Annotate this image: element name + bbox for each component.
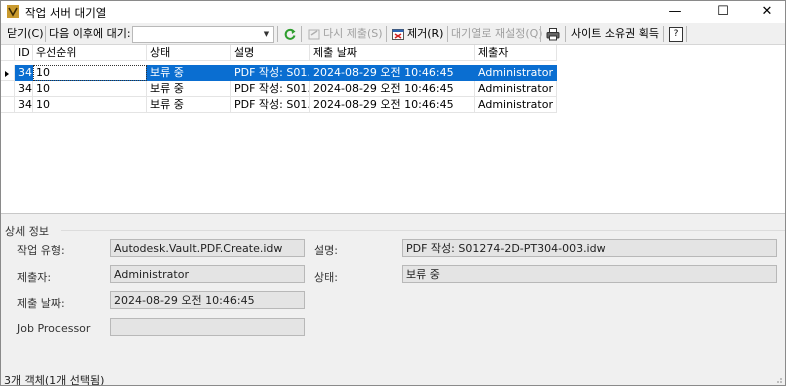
toolbar-separator xyxy=(686,26,687,42)
cell-submit-date[interactable]: 2024-08-29 오전 10:46:45 xyxy=(310,65,475,81)
status-label: 상태: xyxy=(314,271,338,284)
submit-date-field[interactable]: 2024-08-29 오전 10:46:45 xyxy=(110,291,305,309)
cell-status[interactable]: 보류 중 xyxy=(147,65,231,81)
details-panel: 상세 정보 작업 유형: Autodesk.Vault.PDF.Create.i… xyxy=(1,215,785,371)
toolbar-separator xyxy=(663,26,664,42)
take-ownership-button[interactable]: 사이트 소유권 획득 xyxy=(571,26,659,42)
next-wait-combo[interactable]: ▼ xyxy=(132,26,274,43)
row-indicator xyxy=(1,97,15,113)
table-row[interactable]: 34 10 보류 중 PDF 작성: S01... 2024-08-29 오전 … xyxy=(1,65,557,81)
cell-status[interactable]: 보류 중 xyxy=(147,97,231,113)
cell-description[interactable]: PDF 작성: S01... xyxy=(231,81,310,97)
row-indicator xyxy=(1,81,15,97)
cell-submitter[interactable]: Administrator xyxy=(475,81,557,97)
status-bar: 3개 객체(1개 선택됨) xyxy=(1,371,785,385)
description-label: 설명: xyxy=(314,244,338,257)
job-queue-window: 작업 서버 대기열 — ☐ ✕ 닫기(C) 다음 이후에 대기: ▼ 다시 제출… xyxy=(0,0,786,386)
next-wait-label: 다음 이후에 대기: xyxy=(49,27,131,40)
column-header-submit-date[interactable]: 제출 날짜 xyxy=(310,45,475,61)
submitter-label: 제출자: xyxy=(17,271,52,284)
cell-priority[interactable]: 10 xyxy=(33,65,147,81)
submitter-field[interactable]: Administrator xyxy=(110,265,305,283)
reschedule-button[interactable]: 대기열로 재설정(Q) xyxy=(451,26,543,42)
cell-description[interactable]: PDF 작성: S01... xyxy=(231,97,310,113)
toolbar-separator xyxy=(301,26,302,42)
table-row[interactable]: 34 10 보류 중 PDF 작성: S01... 2024-08-29 오전 … xyxy=(1,97,557,113)
toolbar-separator xyxy=(45,26,46,42)
job-type-label: 작업 유형: xyxy=(17,244,65,257)
toolbar-separator xyxy=(565,26,566,42)
toolbar: 닫기(C) 다음 이후에 대기: ▼ 다시 제출(S) 제거(R) 대기열로 재… xyxy=(1,24,785,45)
cell-submit-date[interactable]: 2024-08-29 오전 10:46:45 xyxy=(310,97,475,113)
status-field[interactable]: 보류 중 xyxy=(402,265,777,283)
cell-description[interactable]: PDF 작성: S01... xyxy=(231,65,310,81)
title-bar: 작업 서버 대기열 — ☐ ✕ xyxy=(1,1,785,23)
toolbar-separator xyxy=(540,26,541,42)
column-header-submitter[interactable]: 제출자 xyxy=(475,45,557,61)
status-text: 3개 객체(1개 선택됨) xyxy=(4,374,105,386)
column-header-id[interactable]: ID xyxy=(15,45,33,61)
details-section-title: 상세 정보 xyxy=(5,225,49,238)
table-row[interactable]: 34 10 보류 중 PDF 작성: S01... 2024-08-29 오전 … xyxy=(1,81,557,97)
cell-submitter[interactable]: Administrator xyxy=(475,65,557,81)
help-button[interactable]: ? xyxy=(669,27,683,42)
job-processor-field[interactable] xyxy=(110,318,305,336)
chevron-down-icon[interactable]: ▼ xyxy=(261,28,272,41)
job-type-field[interactable]: Autodesk.Vault.PDF.Create.idw xyxy=(110,239,305,257)
cell-id[interactable]: 34 xyxy=(15,81,33,97)
column-header-status[interactable]: 상태 xyxy=(147,45,231,61)
row-indicator-header xyxy=(1,45,15,61)
toolbar-separator xyxy=(447,26,448,42)
toolbar-separator xyxy=(386,26,387,42)
job-queue-grid: ID 우선순위 상태 설명 제출 날짜 제출자 34 10 보류 중 PDF 작… xyxy=(1,45,785,214)
print-icon[interactable] xyxy=(546,27,560,41)
column-header-priority[interactable]: 우선순위 xyxy=(33,45,147,61)
toolbar-separator xyxy=(277,26,278,42)
remove-icon xyxy=(392,29,404,40)
cell-submit-date[interactable]: 2024-08-29 오전 10:46:45 xyxy=(310,81,475,97)
minimize-button[interactable]: — xyxy=(657,1,693,23)
cell-id[interactable]: 34 xyxy=(15,97,33,113)
current-row-arrow-icon xyxy=(5,71,9,77)
section-divider xyxy=(61,230,785,231)
grid-header-row: ID 우선순위 상태 설명 제출 날짜 제출자 xyxy=(1,45,557,61)
cell-priority[interactable]: 10 xyxy=(33,81,147,97)
column-header-description[interactable]: 설명 xyxy=(231,45,310,61)
resubmit-button[interactable]: 다시 제출(S) xyxy=(323,26,383,42)
row-indicator xyxy=(1,65,15,81)
resize-grip-icon[interactable] xyxy=(773,374,783,384)
cell-status[interactable]: 보류 중 xyxy=(147,81,231,97)
description-field[interactable]: PDF 작성: S01274-2D-PT304-003.idw xyxy=(402,239,777,257)
maximize-button[interactable]: ☐ xyxy=(705,1,741,23)
submit-date-label: 제출 날짜: xyxy=(17,297,65,310)
close-window-button[interactable]: ✕ xyxy=(749,1,785,23)
cell-priority[interactable]: 10 xyxy=(33,97,147,113)
window-title: 작업 서버 대기열 xyxy=(25,6,107,20)
resubmit-icon xyxy=(308,29,320,40)
close-button[interactable]: 닫기(C) xyxy=(7,26,44,42)
refresh-icon[interactable] xyxy=(283,27,297,41)
remove-button[interactable]: 제거(R) xyxy=(407,26,443,42)
vault-app-icon xyxy=(7,5,19,18)
cell-id[interactable]: 34 xyxy=(15,65,33,81)
job-processor-label: Job Processor xyxy=(17,322,91,335)
cell-submitter[interactable]: Administrator xyxy=(475,97,557,113)
